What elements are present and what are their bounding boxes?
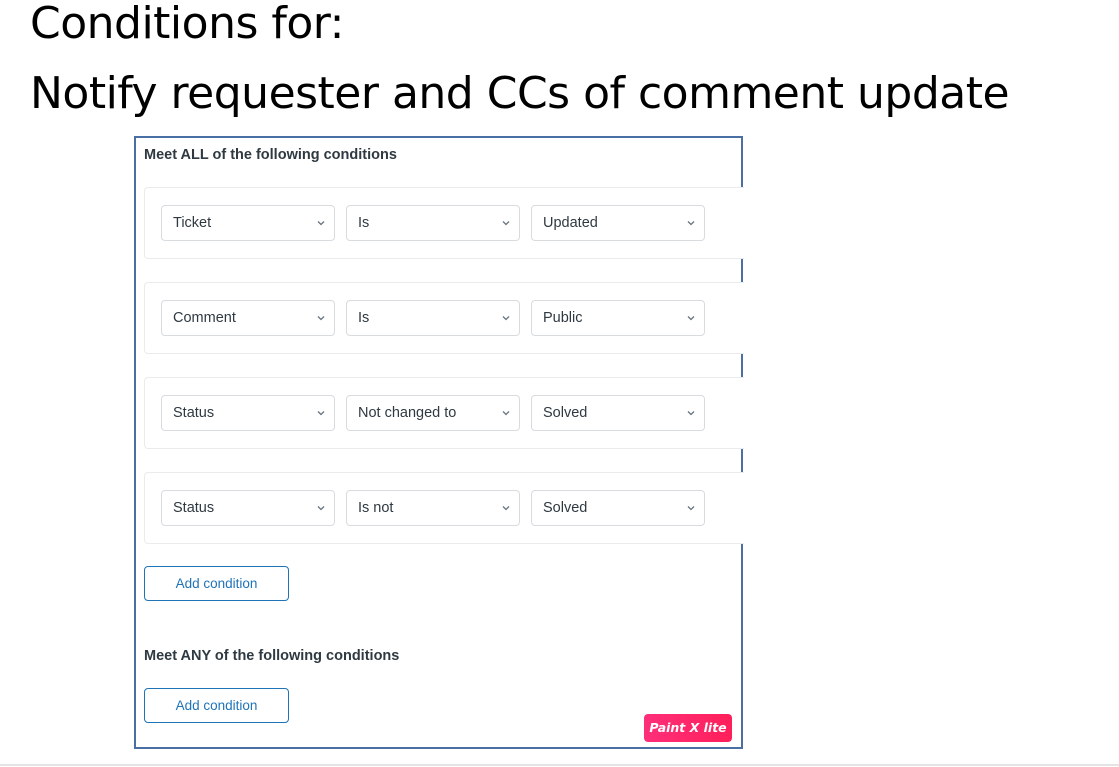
any-conditions-title: Meet ANY of the following conditions xyxy=(144,648,400,664)
bottom-divider xyxy=(0,764,1119,766)
select-value: Updated xyxy=(543,215,598,231)
select-value: Status xyxy=(173,405,215,421)
paint-x-lite-watermark: Paint X lite xyxy=(644,714,732,742)
select-value: Ticket xyxy=(173,215,212,231)
chevron-down-icon xyxy=(317,316,325,321)
condition-value-select[interactable]: Solved xyxy=(531,395,705,431)
condition-row: Ticket Is Updated xyxy=(144,187,744,259)
conditions-panel: Meet ALL of the following conditions Tic… xyxy=(134,136,744,749)
chevron-down-icon xyxy=(317,506,325,511)
condition-operator-select[interactable]: Is xyxy=(346,205,520,241)
chevron-down-icon xyxy=(317,411,325,416)
chevron-down-icon xyxy=(502,506,510,511)
condition-row: Status Not changed to Solved xyxy=(144,377,744,449)
select-value: Status xyxy=(173,500,215,516)
condition-operator-select[interactable]: Not changed to xyxy=(346,395,520,431)
add-any-condition-button[interactable]: Add condition xyxy=(144,688,289,723)
condition-value-select[interactable]: Public xyxy=(531,300,705,336)
condition-value-select[interactable]: Solved xyxy=(531,490,705,526)
all-conditions-title: Meet ALL of the following conditions xyxy=(144,147,397,163)
condition-row: Comment Is Public xyxy=(144,282,744,354)
select-value: Solved xyxy=(543,500,588,516)
select-value: Is xyxy=(358,215,370,231)
condition-field-select[interactable]: Status xyxy=(161,490,335,526)
chevron-down-icon xyxy=(502,221,510,226)
chevron-down-icon xyxy=(502,316,510,321)
add-all-condition-button[interactable]: Add condition xyxy=(144,566,289,601)
condition-field-select[interactable]: Status xyxy=(161,395,335,431)
chevron-down-icon xyxy=(317,221,325,226)
chevron-down-icon xyxy=(687,221,695,226)
condition-operator-select[interactable]: Is xyxy=(346,300,520,336)
select-value: Not changed to xyxy=(358,405,457,421)
select-value: Is not xyxy=(358,500,394,516)
select-value: Solved xyxy=(543,405,588,421)
chevron-down-icon xyxy=(687,411,695,416)
condition-operator-select[interactable]: Is not xyxy=(346,490,520,526)
select-value: Is xyxy=(358,310,370,326)
chevron-down-icon xyxy=(502,411,510,416)
select-value: Comment xyxy=(173,310,236,326)
chevron-down-icon xyxy=(687,506,695,511)
condition-field-select[interactable]: Ticket xyxy=(161,205,335,241)
condition-row: Status Is not Solved xyxy=(144,472,744,544)
chevron-down-icon xyxy=(687,316,695,321)
page-title-line-1: Conditions for: xyxy=(30,0,344,49)
condition-field-select[interactable]: Comment xyxy=(161,300,335,336)
select-value: Public xyxy=(543,310,583,326)
page-title-line-2: Notify requester and CCs of comment upda… xyxy=(30,68,1010,119)
condition-value-select[interactable]: Updated xyxy=(531,205,705,241)
